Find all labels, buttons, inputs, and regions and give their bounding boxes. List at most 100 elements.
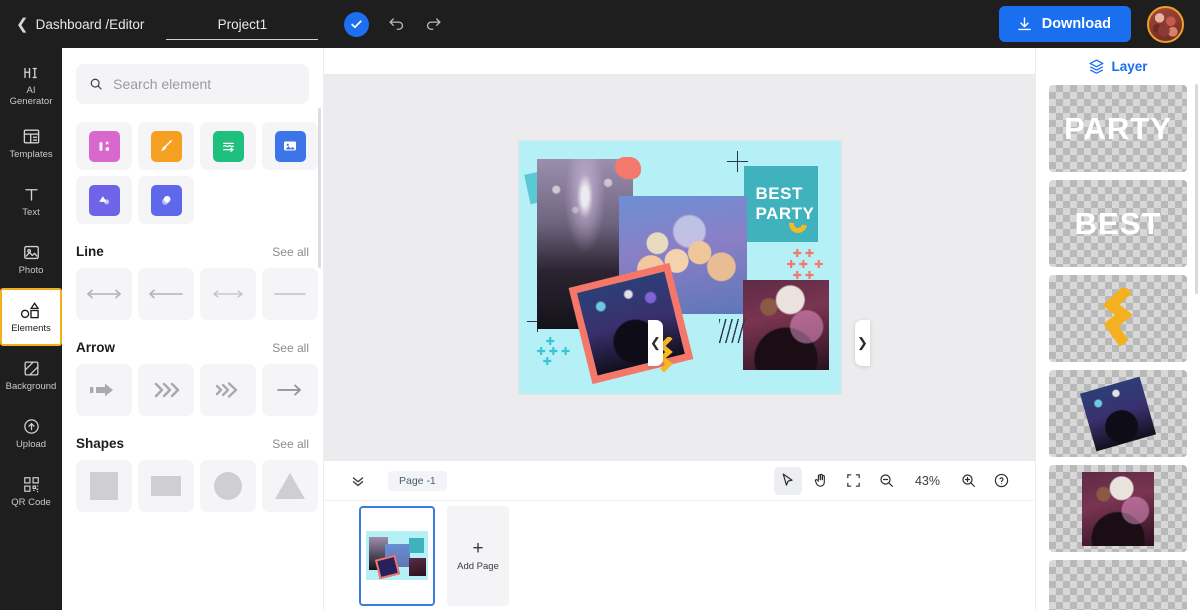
sidebar-item-text[interactable]: Text	[0, 172, 62, 230]
fit-screen-icon	[847, 474, 861, 487]
photo-icon	[23, 245, 39, 259]
upload-icon	[23, 418, 39, 434]
chevron-left-icon: ❮	[16, 15, 29, 33]
best-line: BEST	[755, 184, 803, 203]
double-chevron-down-icon[interactable]	[344, 467, 372, 495]
collapse-left-panel-handle[interactable]: ❮	[648, 320, 663, 366]
layer-item-yellow-zigzag[interactable]	[1049, 275, 1187, 362]
layer-list: PARTY BEST	[1036, 85, 1200, 610]
category-tile-image[interactable]	[262, 122, 318, 170]
line-item-left-arrow[interactable]	[138, 268, 194, 320]
project-tab-label: Project1	[217, 16, 268, 32]
arrow-item-grid	[76, 364, 318, 416]
select-tool-button[interactable]	[773, 466, 802, 495]
chevron-right-icon: ❯	[857, 335, 868, 350]
drummer-thumbnail	[1082, 471, 1154, 546]
sparkle-stars-deco: ✚ ✚ ✚ ✚ ✚	[536, 335, 571, 368]
layer-item-party-text[interactable]: PARTY	[1049, 85, 1187, 172]
line-icon	[222, 142, 234, 152]
shape-item-triangle[interactable]	[262, 460, 318, 512]
download-button[interactable]: Download	[998, 6, 1131, 42]
editor-body: AI Generator Templates Text Photo Elemen…	[0, 48, 1200, 610]
page-1-thumbnail[interactable]	[359, 505, 435, 606]
category-tile-sticker[interactable]	[138, 176, 194, 224]
zoom-level-value[interactable]: 43%	[906, 474, 949, 488]
zoom-in-button[interactable]	[954, 467, 982, 495]
arrow-item-bold-chevron[interactable]	[200, 364, 256, 416]
undo-icon[interactable]	[387, 15, 406, 34]
layer-item-partial-photo[interactable]	[1049, 560, 1187, 610]
see-all-shapes-link[interactable]: See all	[272, 437, 309, 451]
layer-item-stage-lights-photo[interactable]	[1049, 370, 1187, 457]
sidebar-item-background[interactable]: Background	[0, 346, 62, 404]
category-tile-shape[interactable]	[76, 176, 132, 224]
cloud-check-icon[interactable]	[344, 11, 370, 37]
sidebar-item-qr-code[interactable]: QR Code	[0, 462, 62, 520]
sidebar-item-label: Photo	[18, 264, 44, 276]
canvas-toolbar: Page -1 43%	[324, 460, 1035, 500]
sidebar-label-generator: Generator	[9, 95, 53, 107]
line-item-thin-double-arrow[interactable]	[200, 268, 256, 320]
redo-icon[interactable]	[424, 15, 443, 34]
category-tile-brush[interactable]	[138, 122, 194, 170]
line-item-grid	[76, 268, 318, 320]
layer-item-drummer-photo[interactable]	[1049, 465, 1187, 552]
panel-scrollbar[interactable]	[318, 108, 321, 268]
best-party-text-box[interactable]: BEST PARTY	[743, 165, 818, 242]
sidebar-item-elements[interactable]: Elements	[0, 288, 62, 346]
canvas-column: BEST PARTY ✚ ✚ ✚ ✚ ✚ ✚ ✚ ✚ ✚ ✚ ✚ ✚ ❮ ❯ P…	[324, 48, 1035, 610]
search-bar[interactable]	[76, 64, 309, 104]
shape-item-square[interactable]	[76, 460, 132, 512]
arrow-item-simple-arrow[interactable]	[262, 364, 318, 416]
avatar[interactable]	[1147, 5, 1184, 43]
search-input[interactable]	[113, 76, 296, 92]
page-indicator-badge[interactable]: Page -1	[388, 470, 447, 491]
category-tile-line[interactable]	[200, 122, 256, 170]
see-all-arrow-link[interactable]: See all	[272, 341, 309, 355]
editor-app: ❮ Dashboard /Editor Project1 Download AI…	[0, 0, 1200, 610]
download-icon	[1017, 16, 1031, 30]
help-button[interactable]	[987, 467, 1015, 495]
elements-panel: Line See all Arrow See a	[62, 48, 324, 610]
sidebar-item-label: QR Code	[11, 496, 51, 508]
plus-icon: +	[472, 537, 484, 559]
line-item-plain-line[interactable]	[262, 268, 318, 320]
layer-item-best-text[interactable]: BEST	[1049, 180, 1187, 267]
section-header-arrow: Arrow See all	[76, 340, 309, 355]
shape-item-rectangle[interactable]	[138, 460, 194, 512]
left-nav-rail: AI Generator Templates Text Photo Elemen…	[0, 48, 62, 610]
category-grid	[76, 122, 318, 224]
download-label: Download	[1041, 16, 1111, 32]
sidebar-item-templates[interactable]: Templates	[0, 114, 62, 172]
artboard[interactable]: BEST PARTY ✚ ✚ ✚ ✚ ✚ ✚ ✚ ✚ ✚ ✚ ✚ ✚	[518, 140, 841, 394]
sidebar-item-upload[interactable]: Upload	[0, 404, 62, 462]
shape-item-circle[interactable]	[200, 460, 256, 512]
shapes-item-grid	[76, 460, 318, 512]
back-to-dashboard-link[interactable]: ❮ Dashboard /Editor	[0, 17, 144, 32]
arrow-item-triple-chevron[interactable]	[138, 364, 194, 416]
toolbar-right-tools: 43%	[773, 466, 1015, 495]
layer-panel-scrollbar[interactable]	[1195, 84, 1198, 294]
sidebar-item-label: Templates	[9, 148, 53, 160]
canvas-stage[interactable]: BEST PARTY ✚ ✚ ✚ ✚ ✚ ✚ ✚ ✚ ✚ ✚ ✚ ✚ ❮ ❯	[324, 48, 1035, 460]
add-page-label: Add Page	[457, 560, 499, 572]
layers-icon	[1089, 59, 1104, 74]
yellow-zigzag-icon	[1102, 287, 1134, 347]
app-header: ❮ Dashboard /Editor Project1 Download	[0, 0, 1200, 48]
drummer-photo[interactable]	[742, 279, 829, 370]
cursor-icon	[783, 473, 794, 486]
section-title: Arrow	[76, 340, 116, 355]
arrow-item-block-arrow[interactable]	[76, 364, 132, 416]
hand-tool-button[interactable]	[807, 467, 835, 495]
sidebar-item-photo[interactable]: Photo	[0, 230, 62, 288]
line-item-double-arrow[interactable]	[76, 268, 132, 320]
category-tile-chart[interactable]	[76, 122, 132, 170]
add-page-button[interactable]: + Add Page	[447, 505, 509, 606]
collapse-right-panel-handle[interactable]: ❯	[855, 320, 870, 366]
fit-screen-button[interactable]	[840, 467, 868, 495]
project-tab[interactable]: Project1	[166, 0, 319, 48]
see-all-line-link[interactable]: See all	[272, 245, 309, 259]
elements-icon	[20, 301, 40, 318]
sidebar-item-ai-generator[interactable]: AI Generator	[0, 56, 62, 114]
zoom-out-button[interactable]	[873, 467, 901, 495]
